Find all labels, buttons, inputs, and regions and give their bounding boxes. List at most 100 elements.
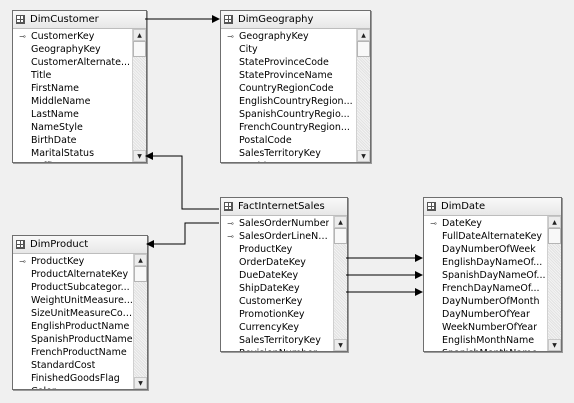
table-factinternetsales[interactable]: FactInternetSales ⊸ SalesOrderNumber ⊸ Sale…	[220, 197, 348, 352]
table-column-row[interactable]: WeightUnitMeasure...	[13, 294, 133, 307]
column-list[interactable]: ⊸ GeographyKey City StateProvinceCode StateP…	[221, 29, 356, 162]
table-column-row[interactable]: Color	[13, 385, 133, 389]
relationship-sales-product[interactable]	[146, 222, 219, 248]
table-column-row[interactable]: RevisionNumber	[221, 347, 333, 351]
scroll-up-arrow-icon[interactable]: ▲	[548, 216, 561, 228]
table-column-row[interactable]: EnglishDayNameOf...	[424, 256, 547, 269]
scroll-up-arrow-icon[interactable]: ▲	[334, 216, 347, 228]
table-column-row[interactable]: SalesTerritoryKey	[221, 334, 333, 347]
column-list[interactable]: ⊸ ProductKey ProductAlternateKey ProductSub…	[13, 254, 133, 389]
table-column-row[interactable]: WeekNumberOfYear	[424, 321, 547, 334]
table-column-row[interactable]: DayNumberOfMonth	[424, 295, 547, 308]
scrollbar-thumb[interactable]	[548, 228, 561, 244]
table-column-row[interactable]: SalesTerritoryKey	[221, 147, 356, 160]
column-name: GeographyKey	[31, 44, 101, 55]
table-column-row[interactable]: FrenchDayNameOf...	[424, 282, 547, 295]
vertical-scrollbar[interactable]: ▲ ▼	[133, 254, 147, 389]
table-dimcustomer[interactable]: DimCustomer ⊸ CustomerKey GeographyKey Cust…	[12, 10, 147, 163]
table-dimdate[interactable]: DimDate ⊸ DateKey FullDateAlternateKey DayN…	[423, 197, 562, 352]
table-header[interactable]: FactInternetSales	[221, 198, 347, 216]
table-column-row[interactable]: ⊸ SalesOrderLineNu...	[221, 230, 333, 243]
table-column-row[interactable]: ⊸ ProductKey	[13, 255, 133, 268]
table-column-row[interactable]: SpanishMonthName	[424, 347, 547, 351]
table-header[interactable]: DimDate	[424, 198, 561, 216]
table-column-row[interactable]: Title	[13, 69, 132, 82]
table-column-row[interactable]: CurrencyKey	[221, 321, 333, 334]
table-dimproduct[interactable]: DimProduct ⊸ ProductKey ProductAlternateKe…	[12, 235, 148, 390]
scrollbar-thumb[interactable]	[357, 41, 370, 57]
scrollbar-thumb[interactable]	[334, 228, 347, 244]
scroll-up-arrow-icon[interactable]: ▲	[134, 254, 147, 266]
scroll-down-arrow-icon[interactable]: ▼	[134, 377, 147, 389]
table-column-row[interactable]: BirthDate	[13, 134, 132, 147]
vertical-scrollbar[interactable]: ▲ ▼	[356, 29, 370, 162]
scroll-down-arrow-icon[interactable]: ▼	[334, 339, 347, 351]
table-column-row[interactable]: CustomerAlternate...	[13, 56, 132, 69]
table-column-row[interactable]: ProductKey	[221, 243, 333, 256]
table-column-row[interactable]: EnglishProductName	[13, 320, 133, 333]
table-column-row[interactable]: SpanishDayNameOf...	[424, 269, 547, 282]
table-column-row[interactable]: PostalCode	[221, 134, 356, 147]
vertical-scrollbar[interactable]: ▲ ▼	[333, 216, 347, 351]
table-column-row[interactable]: SpanishProductName	[13, 333, 133, 346]
scroll-up-arrow-icon[interactable]: ▲	[357, 29, 370, 41]
table-column-row[interactable]: StateProvinceName	[221, 69, 356, 82]
vertical-scrollbar[interactable]: ▲ ▼	[547, 216, 561, 351]
table-column-row[interactable]: ⊸ SalesOrderNumber	[221, 217, 333, 230]
table-column-row[interactable]: SizeUnitMeasureCode	[13, 307, 133, 320]
table-column-row[interactable]: StandardCost	[13, 359, 133, 372]
scrollbar-thumb[interactable]	[133, 41, 146, 57]
table-header[interactable]: DimGeography	[221, 11, 370, 29]
key-icon-glyph: ⊸	[19, 257, 26, 266]
table-header[interactable]: DimProduct	[13, 236, 147, 254]
table-column-row[interactable]: DayNumberOfYear	[424, 308, 547, 321]
table-column-row[interactable]: FinishedGoodsFlag	[13, 372, 133, 385]
scroll-up-arrow-icon[interactable]: ▲	[133, 29, 146, 41]
table-column-row[interactable]: FrenchCountryRegion...	[221, 121, 356, 134]
table-column-row[interactable]: NameStyle	[13, 121, 132, 134]
column-list[interactable]: ⊸ DateKey FullDateAlternateKey DayNumberOfW…	[424, 216, 547, 351]
column-list[interactable]: ⊸ SalesOrderNumber ⊸ SalesOrderLineNu... Pro…	[221, 216, 333, 351]
table-column-row[interactable]: ⊸ DateKey	[424, 217, 547, 230]
table-column-row[interactable]: ⊸ CustomerKey	[13, 30, 132, 43]
table-column-row[interactable]: StateProvinceCode	[221, 56, 356, 69]
scroll-down-arrow-icon[interactable]: ▼	[548, 339, 561, 351]
scroll-down-arrow-icon[interactable]: ▼	[357, 150, 370, 162]
table-column-row[interactable]: FirstName	[13, 82, 132, 95]
column-name: City	[239, 44, 258, 55]
table-column-row[interactable]: City	[221, 43, 356, 56]
table-title: DimGeography	[238, 14, 314, 25]
table-column-row[interactable]: OrderDateKey	[221, 256, 333, 269]
column-name: EnglishMonthName	[442, 335, 535, 346]
table-header[interactable]: DimCustomer	[13, 11, 146, 29]
column-name: SalesTerritoryKey	[239, 148, 321, 159]
table-column-row[interactable]: LastName	[13, 108, 132, 121]
table-column-row[interactable]: FullDateAlternateKey	[424, 230, 547, 243]
column-name: EnglishCountryRegion...	[239, 96, 353, 107]
table-column-row[interactable]: CountryRegionCode	[221, 82, 356, 95]
table-column-row[interactable]: ⊸ GeographyKey	[221, 30, 356, 43]
table-column-row[interactable]: SpanishCountryRegio...	[221, 108, 356, 121]
table-column-row[interactable]: DueDateKey	[221, 269, 333, 282]
table-column-row[interactable]: EnglishCountryRegion...	[221, 95, 356, 108]
scroll-down-arrow-icon[interactable]: ▼	[133, 150, 146, 162]
table-column-row[interactable]: DayNumberOfWeek	[424, 243, 547, 256]
table-column-row[interactable]: ProductSubcategor...	[13, 281, 133, 294]
table-title: DimCustomer	[30, 14, 99, 25]
vertical-scrollbar[interactable]: ▲ ▼	[132, 29, 146, 162]
scrollbar-thumb[interactable]	[134, 266, 147, 282]
table-column-row[interactable]: ProductAlternateKey	[13, 268, 133, 281]
table-column-row[interactable]: MiddleName	[13, 95, 132, 108]
table-column-row[interactable]: FrenchProductName	[13, 346, 133, 359]
table-column-row[interactable]: ShipDateKey	[221, 282, 333, 295]
column-list[interactable]: ⊸ CustomerKey GeographyKey CustomerAlternat…	[13, 29, 132, 162]
table-column-row[interactable]: EnglishMonthName	[424, 334, 547, 347]
relationship-sales-customer[interactable]	[145, 152, 219, 210]
table-column-row[interactable]: GeographyKey	[13, 43, 132, 56]
table-column-row[interactable]: Suffix	[13, 160, 132, 162]
table-column-row[interactable]: IpAddressLocator	[221, 160, 356, 162]
table-dimgeography[interactable]: DimGeography ⊸ GeographyKey City StateProvi…	[220, 10, 371, 163]
table-column-row[interactable]: PromotionKey	[221, 308, 333, 321]
table-column-row[interactable]: CustomerKey	[221, 295, 333, 308]
table-column-row[interactable]: MaritalStatus	[13, 147, 132, 160]
